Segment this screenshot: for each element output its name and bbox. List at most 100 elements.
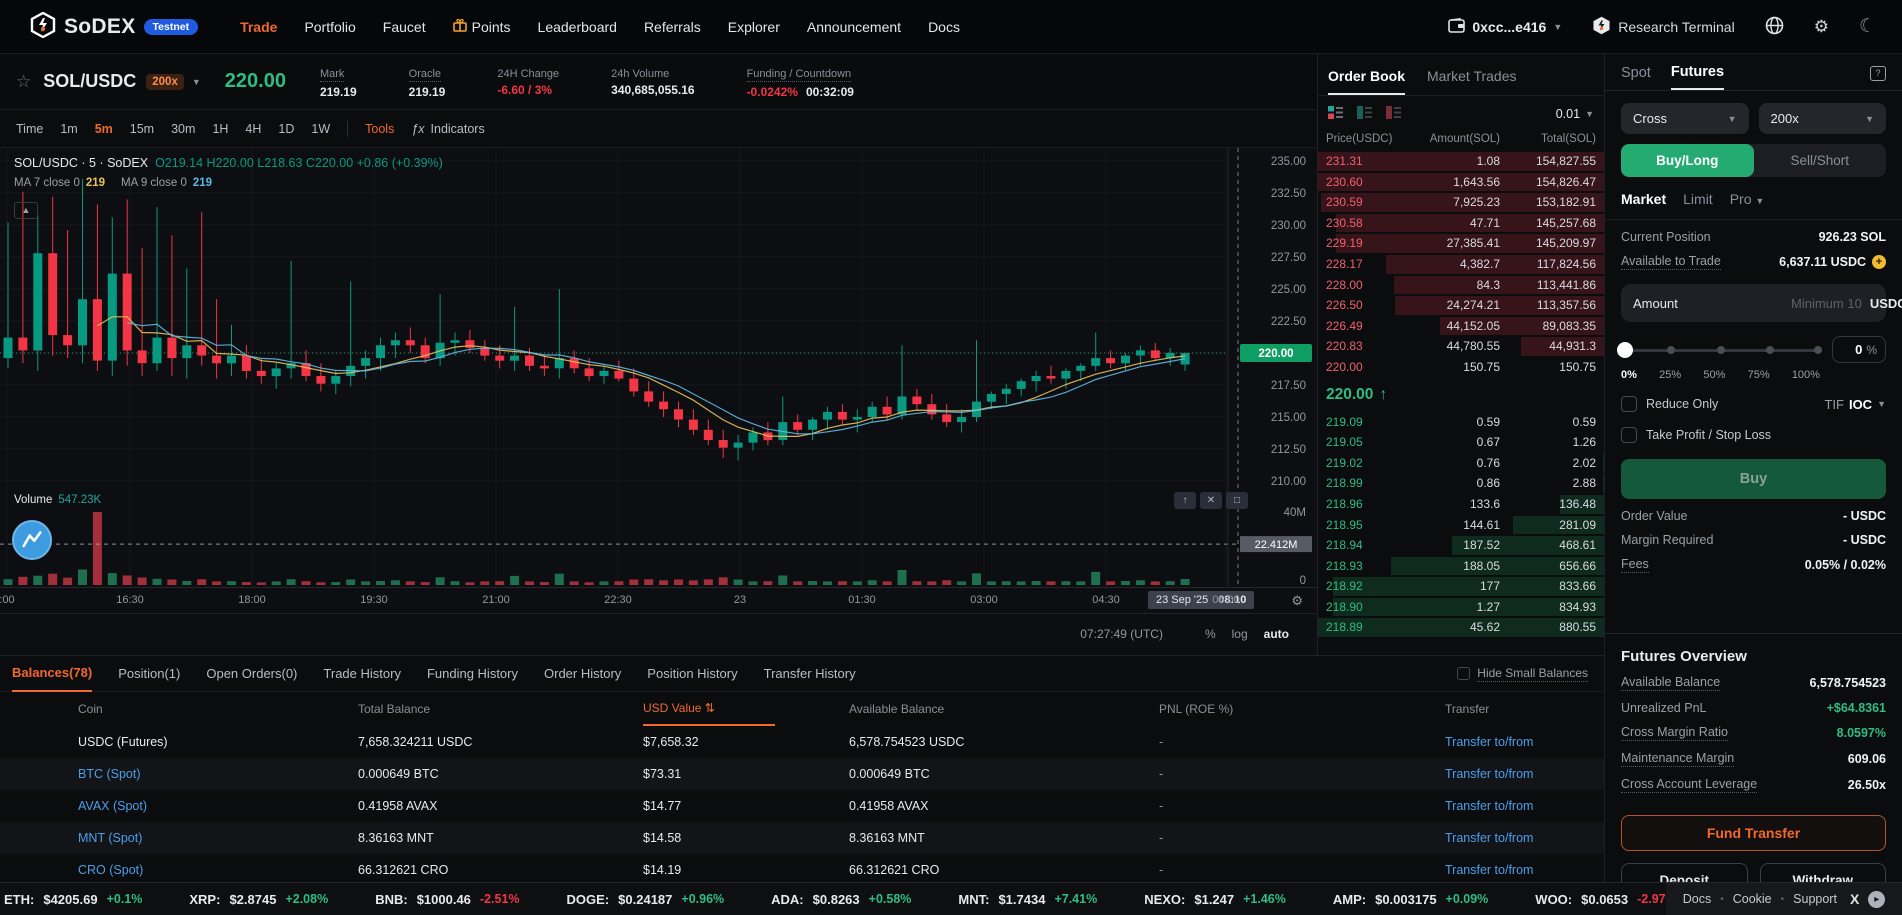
order-type-pro[interactable]: Pro ▼	[1730, 191, 1765, 207]
tab-balances-78-[interactable]: Balances(78)	[12, 656, 92, 692]
coin-name[interactable]: MNT (Spot)	[78, 831, 358, 845]
footer-link-support[interactable]: Support	[1793, 892, 1837, 906]
ask-row[interactable]: 220.8344,780.5544,931.3	[1318, 336, 1604, 357]
buy-submit-button[interactable]: Buy	[1621, 459, 1886, 499]
pair-name[interactable]: SOL/USDC	[43, 71, 136, 92]
reduce-only-checkbox[interactable]	[1621, 396, 1637, 412]
x-social-icon[interactable]: X	[1850, 891, 1859, 907]
nav-item-trade[interactable]: Trade	[240, 19, 277, 35]
percent-scale-button[interactable]: %	[1205, 627, 1216, 641]
tif-select[interactable]: TIF IOC ▼	[1824, 397, 1886, 412]
bid-row[interactable]: 218.95144.61281.09	[1318, 515, 1604, 536]
hide-small-checkbox[interactable]	[1457, 667, 1470, 680]
language-globe-icon[interactable]	[1765, 16, 1784, 38]
chart-canvas[interactable]: 235.00232.50230.00227.50225.00222.50220.…	[0, 148, 1318, 588]
bid-row[interactable]: 218.990.862.88	[1318, 473, 1604, 494]
axis-settings-gear-icon[interactable]: ⚙	[1291, 593, 1303, 609]
telegram-icon[interactable]: ▸	[1868, 891, 1885, 908]
tools-button[interactable]: Tools	[365, 122, 394, 136]
percent-value-box[interactable]: 0 %	[1832, 336, 1886, 363]
transfer-link[interactable]: Transfer to/from	[1445, 735, 1604, 749]
buy-long-button[interactable]: Buy/Long	[1621, 144, 1754, 177]
settings-gear-icon[interactable]: ⚙	[1814, 18, 1829, 35]
bid-row[interactable]: 218.96133.6136.48	[1318, 494, 1604, 515]
tab-trade-history[interactable]: Trade History	[323, 656, 401, 692]
transfer-link[interactable]: Transfer to/from	[1445, 863, 1604, 877]
ask-row[interactable]: 226.4944,152.0589,083.35	[1318, 316, 1604, 337]
tab-spot[interactable]: Spot	[1621, 65, 1651, 89]
timeframe-1w[interactable]: 1W	[311, 122, 330, 136]
transfer-link[interactable]: Transfer to/from	[1445, 799, 1604, 813]
ask-row[interactable]: 228.174,382.7117,824.56	[1318, 254, 1604, 275]
nav-item-portfolio[interactable]: Portfolio	[304, 19, 355, 35]
tab-order-history[interactable]: Order History	[544, 656, 621, 692]
transfer-link[interactable]: Transfer to/from	[1445, 831, 1604, 845]
view-bids-icon[interactable]	[1357, 105, 1372, 123]
bid-row[interactable]: 218.94187.52468.61	[1318, 535, 1604, 556]
timeframe-4h[interactable]: 4H	[245, 122, 261, 136]
footer-link-docs[interactable]: Docs	[1683, 892, 1711, 906]
tab-position-history[interactable]: Position History	[647, 656, 737, 692]
pane-maximize-icon[interactable]: □	[1226, 492, 1248, 509]
bid-row[interactable]: 218.901.27834.93	[1318, 597, 1604, 618]
log-scale-button[interactable]: log	[1232, 627, 1248, 641]
ask-row[interactable]: 230.597,925.23153,182.91	[1318, 192, 1604, 213]
indicators-button[interactable]: Indicators	[431, 122, 485, 136]
col-header-usd-value[interactable]: USD Value ⇅	[643, 692, 775, 726]
fund-transfer-button[interactable]: Fund Transfer	[1621, 815, 1886, 851]
wallet-address-button[interactable]: 0xcc...e416 ▼	[1448, 18, 1562, 36]
pane-move-up-icon[interactable]: ↑	[1174, 492, 1196, 509]
tab-futures[interactable]: Futures	[1671, 64, 1724, 90]
timeframe-15m[interactable]: 15m	[130, 122, 154, 136]
leverage-select[interactable]: 200x ▼	[1759, 103, 1887, 134]
coin-name[interactable]: BTC (Spot)	[78, 767, 358, 781]
nav-item-leaderboard[interactable]: Leaderboard	[538, 19, 617, 35]
chart-provider-logo[interactable]	[12, 520, 52, 560]
hide-small-balances-toggle[interactable]: Hide Small Balances	[1457, 666, 1588, 682]
tab-transfer-history[interactable]: Transfer History	[764, 656, 856, 692]
timeframe-1h[interactable]: 1H	[212, 122, 228, 136]
amount-percent-slider[interactable]	[1621, 342, 1820, 358]
ask-row[interactable]: 220.00150.75150.75	[1318, 357, 1604, 378]
brand[interactable]: SoDEX Testnet	[30, 12, 198, 41]
ob-tab-market-trades[interactable]: Market Trades	[1427, 68, 1516, 95]
timeframe-1m[interactable]: 1m	[60, 122, 77, 136]
bid-row[interactable]: 219.050.671.26	[1318, 432, 1604, 453]
favorite-star-icon[interactable]: ☆	[16, 72, 31, 92]
time-axis[interactable]: 23 Sep '25 08:10 ⚙ :0016:3018:0019:3021:…	[0, 588, 1317, 614]
pair-selector-caret-icon[interactable]: ▼	[192, 77, 201, 87]
margin-mode-select[interactable]: Cross ▼	[1621, 103, 1749, 134]
view-asks-icon[interactable]	[1386, 105, 1401, 123]
nav-item-docs[interactable]: Docs	[928, 19, 960, 35]
sell-short-button[interactable]: Sell/Short	[1754, 144, 1887, 177]
tab-funding-history[interactable]: Funding History	[427, 656, 518, 692]
nav-item-explorer[interactable]: Explorer	[728, 19, 780, 35]
nav-item-announcement[interactable]: Announcement	[807, 19, 901, 35]
coin-name[interactable]: AVAX (Spot)	[78, 799, 358, 813]
transfer-link[interactable]: Transfer to/from	[1445, 767, 1604, 781]
auto-scale-button[interactable]: auto	[1264, 627, 1289, 641]
ob-tab-order-book[interactable]: Order Book	[1328, 68, 1405, 95]
ask-row[interactable]: 230.5847.71145,257.68	[1318, 213, 1604, 234]
timeframe-5m[interactable]: 5m	[95, 122, 113, 136]
bid-row[interactable]: 219.090.590.59	[1318, 412, 1604, 433]
order-type-market[interactable]: Market	[1621, 191, 1666, 207]
tick-size-select[interactable]: 0.01 ▼	[1556, 107, 1594, 121]
nav-item-referrals[interactable]: Referrals	[644, 19, 701, 35]
candlestick-chart[interactable]: 235.00232.50230.00227.50225.00222.50220.…	[0, 148, 1317, 655]
ask-row[interactable]: 230.601,643.56154,826.47	[1318, 172, 1604, 193]
coin-name[interactable]: CRO (Spot)	[78, 863, 358, 877]
ask-row[interactable]: 226.5024,274.21113,357.56	[1318, 295, 1604, 316]
ask-row[interactable]: 229.1927,385.41145,209.97	[1318, 233, 1604, 254]
bid-row[interactable]: 218.8945.62880.55	[1318, 617, 1604, 638]
ask-row[interactable]: 231.311.08154,827.55	[1318, 151, 1604, 172]
research-terminal-link[interactable]: Research Terminal	[1592, 16, 1734, 38]
guide-book-icon[interactable]: ?	[1870, 66, 1886, 81]
amount-input[interactable]	[1686, 296, 1862, 311]
legend-collapse-button[interactable]: ▲	[14, 202, 38, 219]
theme-moon-icon[interactable]: ☾	[1859, 15, 1876, 38]
nav-item-faucet[interactable]: Faucet	[383, 19, 426, 35]
bid-row[interactable]: 219.020.762.02	[1318, 453, 1604, 474]
tab-position-1-[interactable]: Position(1)	[118, 656, 180, 692]
ask-row[interactable]: 228.0084.3113,441.86	[1318, 275, 1604, 296]
